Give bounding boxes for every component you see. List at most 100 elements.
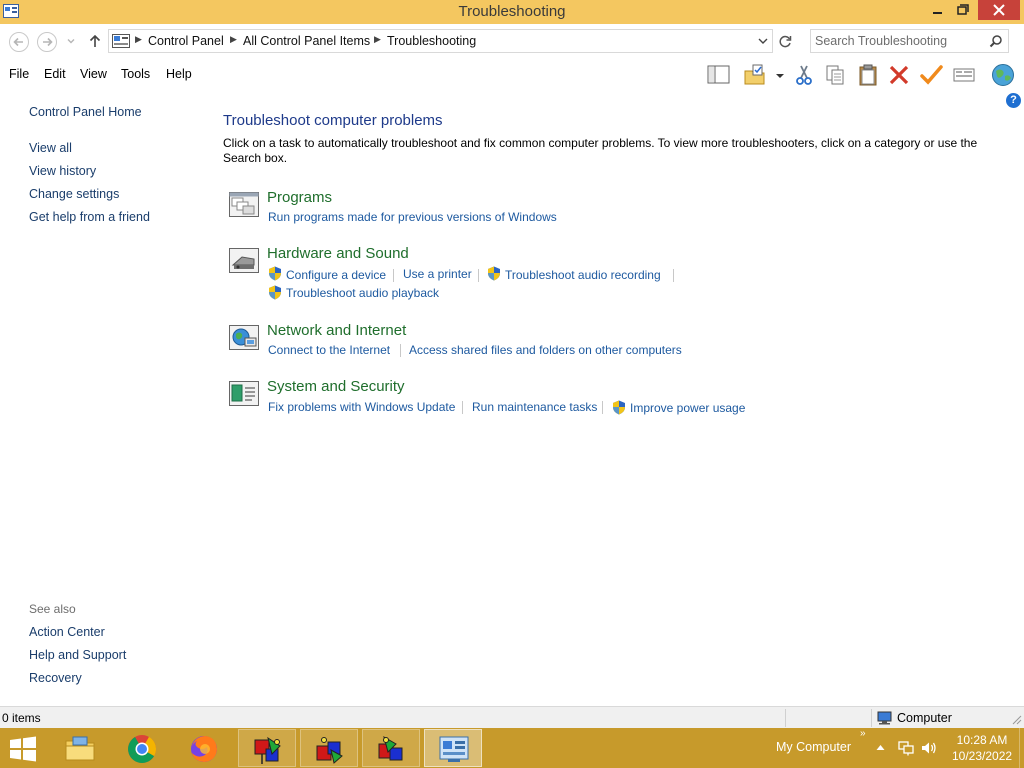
clock-time[interactable]: 10:28 AM bbox=[952, 733, 1012, 747]
task-maintenance[interactable]: Run maintenance tasks bbox=[472, 400, 597, 414]
breadcrumb-troubleshooting[interactable]: Troubleshooting bbox=[387, 34, 476, 48]
menu-edit[interactable]: Edit bbox=[44, 67, 66, 81]
recent-locations-icon[interactable] bbox=[66, 36, 76, 46]
control-panel-home-link[interactable]: Control Panel Home bbox=[29, 105, 142, 119]
up-arrow-icon[interactable] bbox=[87, 33, 103, 49]
checkmark-icon[interactable] bbox=[919, 63, 943, 87]
taskbar: My Computer » 10:28 AM 10/23/2022 bbox=[0, 728, 1024, 768]
network-internet-icon[interactable] bbox=[228, 324, 260, 352]
menu-tools[interactable]: Tools bbox=[121, 67, 150, 81]
search-input[interactable] bbox=[815, 33, 983, 49]
taskbar-file-explorer[interactable] bbox=[51, 729, 109, 767]
taskbar-control-panel[interactable] bbox=[424, 729, 482, 767]
system-security-category-link[interactable]: System and Security bbox=[267, 378, 405, 395]
view-all-link[interactable]: View all bbox=[29, 141, 72, 155]
arrow-left-icon bbox=[13, 37, 23, 47]
show-hidden-icons-icon[interactable] bbox=[876, 744, 885, 751]
folder-options-icon[interactable] bbox=[742, 63, 768, 87]
chevron-down-icon[interactable] bbox=[773, 63, 787, 87]
task-separator bbox=[400, 344, 401, 357]
restore-button[interactable] bbox=[952, 0, 974, 22]
delete-icon[interactable] bbox=[888, 63, 910, 87]
paste-icon[interactable] bbox=[856, 63, 880, 87]
task-windows-update[interactable]: Fix problems with Windows Update bbox=[268, 400, 455, 414]
status-item-count: 0 items bbox=[2, 711, 41, 725]
task-run-old-programs[interactable]: Run programs made for previous versions … bbox=[268, 210, 557, 224]
task-connect-internet[interactable]: Connect to the Internet bbox=[268, 343, 390, 357]
cube-app-icon bbox=[378, 735, 403, 761]
taskbar-firefox[interactable] bbox=[175, 729, 233, 767]
menu-view[interactable]: View bbox=[80, 67, 107, 81]
cube-app-icon bbox=[316, 737, 343, 764]
category-system-security: System and Security Fix problems with Wi… bbox=[228, 378, 1008, 428]
page-description: Click on a task to automatically trouble… bbox=[223, 136, 978, 165]
search-box[interactable] bbox=[810, 29, 1009, 53]
status-divider bbox=[871, 709, 872, 727]
tray-my-computer-label[interactable]: My Computer bbox=[776, 740, 851, 754]
task-shared-files[interactable]: Access shared files and folders on other… bbox=[409, 343, 682, 357]
taskbar-cube-app-1[interactable] bbox=[238, 729, 296, 767]
hardware-sound-category-link[interactable]: Hardware and Sound bbox=[267, 245, 409, 262]
copy-icon[interactable] bbox=[824, 63, 846, 87]
chrome-icon bbox=[128, 735, 156, 763]
programs-icon[interactable] bbox=[228, 191, 260, 219]
close-button[interactable] bbox=[978, 0, 1020, 20]
breadcrumb-separator-icon[interactable]: ▶ bbox=[230, 34, 237, 45]
taskbar-cube-app-2[interactable] bbox=[300, 729, 358, 767]
task-separator bbox=[393, 269, 394, 282]
tray-toolbar-chevron[interactable]: » bbox=[860, 728, 866, 739]
window-title: Troubleshooting bbox=[458, 3, 566, 20]
menu-file[interactable]: File bbox=[9, 67, 29, 81]
status-bar: 0 items Computer bbox=[0, 706, 1024, 728]
view-history-link[interactable]: View history bbox=[29, 164, 96, 178]
category-hardware-sound: Hardware and Sound Configure a device Us… bbox=[228, 245, 1008, 300]
task-power-usage[interactable]: Improve power usage bbox=[630, 401, 745, 415]
breadcrumb-control-panel[interactable]: Control Panel bbox=[148, 34, 224, 48]
task-audio-recording[interactable]: Troubleshoot audio recording bbox=[505, 268, 661, 282]
search-icon[interactable] bbox=[989, 34, 1003, 48]
close-icon bbox=[993, 4, 1005, 16]
breadcrumb-all-items[interactable]: All Control Panel Items bbox=[243, 34, 370, 48]
task-separator bbox=[673, 269, 674, 282]
taskbar-cube-app-3[interactable] bbox=[362, 729, 420, 767]
network-internet-category-link[interactable]: Network and Internet bbox=[267, 322, 406, 339]
task-audio-playback[interactable]: Troubleshoot audio playback bbox=[286, 286, 439, 300]
change-settings-link[interactable]: Change settings bbox=[29, 187, 119, 201]
minimize-button[interactable] bbox=[922, 0, 952, 22]
breadcrumb-separator-icon[interactable]: ▶ bbox=[135, 34, 142, 45]
task-configure-device[interactable]: Configure a device bbox=[286, 268, 386, 282]
show-desktop-button[interactable] bbox=[1019, 728, 1024, 768]
network-icon[interactable] bbox=[898, 740, 914, 756]
arrow-right-icon bbox=[43, 37, 53, 47]
properties-icon[interactable] bbox=[952, 63, 976, 87]
resize-grip-icon[interactable] bbox=[1012, 715, 1022, 725]
volume-icon[interactable] bbox=[920, 740, 938, 756]
chevron-down-icon[interactable] bbox=[757, 35, 769, 47]
windows-start-icon[interactable] bbox=[9, 736, 37, 762]
control-panel-icon bbox=[112, 34, 130, 48]
address-bar[interactable]: ▶ Control Panel ▶ All Control Panel Item… bbox=[108, 29, 773, 53]
preview-pane-icon[interactable] bbox=[706, 63, 731, 87]
menu-help[interactable]: Help bbox=[166, 67, 192, 81]
get-help-friend-link[interactable]: Get help from a friend bbox=[29, 210, 150, 224]
refresh-icon[interactable] bbox=[775, 32, 795, 52]
programs-category-link[interactable]: Programs bbox=[267, 189, 332, 206]
control-panel-icon bbox=[439, 736, 469, 762]
taskbar-chrome[interactable] bbox=[113, 729, 171, 767]
system-security-icon[interactable] bbox=[228, 380, 260, 408]
clock-date[interactable]: 10/23/2022 bbox=[952, 749, 1012, 763]
help-button[interactable]: ? bbox=[1006, 93, 1021, 108]
recovery-link[interactable]: Recovery bbox=[29, 671, 82, 685]
breadcrumb-separator-icon[interactable]: ▶ bbox=[374, 34, 381, 45]
firefox-icon bbox=[191, 736, 217, 762]
help-support-link[interactable]: Help and Support bbox=[29, 648, 126, 662]
globe-icon[interactable] bbox=[988, 63, 1018, 87]
hardware-sound-icon[interactable] bbox=[228, 247, 260, 275]
forward-button[interactable] bbox=[37, 32, 57, 52]
task-use-printer[interactable]: Use a printer bbox=[403, 267, 472, 281]
back-button[interactable] bbox=[9, 32, 29, 52]
action-center-link[interactable]: Action Center bbox=[29, 625, 105, 639]
status-zone: Computer bbox=[897, 711, 952, 725]
task-separator bbox=[478, 269, 479, 282]
cut-icon[interactable] bbox=[793, 63, 815, 87]
